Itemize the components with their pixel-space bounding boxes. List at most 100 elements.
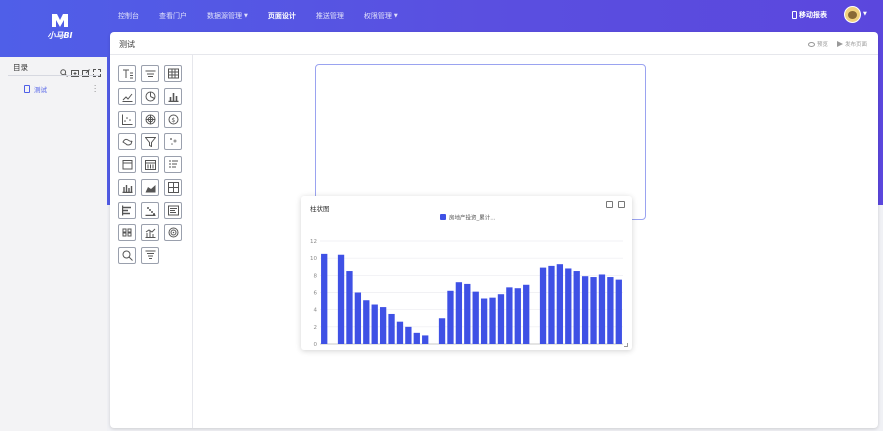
caret-down-icon: ▼ [244, 13, 248, 19]
bar [615, 279, 622, 344]
ranking-list-tool[interactable] [164, 156, 182, 173]
horizontal-bar-tool[interactable] [118, 202, 136, 219]
y-tick-label: 0 [314, 342, 318, 346]
bar [514, 288, 521, 344]
gauge-tool[interactable] [164, 224, 182, 241]
nav-item-page-design[interactable]: 页面设计 [268, 11, 296, 21]
preview-button[interactable]: 预览 [808, 40, 828, 48]
bar [354, 292, 362, 344]
filter-tool[interactable] [141, 247, 159, 264]
line-chart-icon [122, 93, 132, 102]
nav-label: 数据源管理 [207, 12, 242, 20]
bar [346, 271, 353, 344]
grid-layout-icon [167, 182, 179, 193]
gauge-icon [168, 227, 178, 238]
nav-item-push[interactable]: 推送管理 [316, 11, 344, 21]
avatar[interactable] [844, 6, 861, 23]
table-icon [167, 68, 179, 79]
line-chart-tool[interactable] [118, 88, 136, 105]
stacked-bar-tool[interactable] [118, 224, 136, 241]
pie-chart-tool[interactable] [141, 88, 159, 105]
scatter-chart-icon [121, 114, 132, 125]
add-folder-icon[interactable] [71, 62, 79, 77]
caret-down-icon[interactable]: ▼ [863, 11, 867, 17]
calendar-card-tool[interactable] [118, 156, 136, 173]
progress-bar-tool[interactable] [164, 202, 182, 219]
ranking-list-icon [168, 160, 178, 168]
bar [472, 291, 479, 344]
nav-item-console[interactable]: 控制台 [118, 11, 139, 21]
delete-icon[interactable] [618, 201, 625, 208]
bar [581, 276, 589, 344]
more-options-icon[interactable]: · · · [94, 83, 96, 96]
bar [413, 332, 420, 344]
bubble-chart-tool[interactable] [164, 133, 182, 150]
pie-chart-icon [145, 91, 155, 102]
area-chart-tool[interactable] [141, 179, 159, 196]
edit-icon[interactable] [606, 201, 613, 208]
calendar-tool[interactable] [141, 156, 159, 173]
stacked-bar-icon [122, 228, 131, 237]
marquee-tool[interactable] [141, 65, 159, 82]
bar-chart-widget[interactable]: 柱状图 房地产投资_累计...0246810122014122015042015… [301, 196, 632, 350]
sidebar-item-label: 测试 [34, 86, 47, 94]
sidebar-item-test[interactable]: 测试 [24, 84, 47, 94]
dollar-kpi-tool[interactable]: $ [164, 111, 182, 128]
brand-logo[interactable]: 小马BI [40, 12, 80, 48]
bar [565, 268, 572, 344]
search-icon [122, 250, 133, 261]
bar-chart-tool[interactable] [164, 88, 182, 105]
sidebar-divider [8, 75, 100, 76]
avatar-image [848, 11, 857, 19]
table-tool[interactable] [164, 65, 182, 82]
nav-item-datasource[interactable]: 数据源管理 ▼ [207, 11, 248, 21]
sidebar-toolbar [60, 62, 101, 77]
area-chart-icon [145, 185, 155, 193]
send-icon [837, 41, 843, 47]
phone-icon [792, 11, 797, 19]
nav-item-portal[interactable]: 查看门户 [159, 11, 187, 21]
publish-button[interactable]: 发布页面 [837, 40, 867, 48]
combo-chart-icon [145, 228, 155, 238]
funnel-chart-tool[interactable] [141, 133, 159, 150]
bar [590, 277, 597, 344]
nav-label: 推送管理 [315, 12, 344, 20]
combo-chart-tool[interactable] [141, 224, 159, 241]
legend-label: 房地产投资_累计... [449, 214, 496, 222]
map-tool[interactable] [118, 133, 136, 150]
mobile-report-link[interactable]: 移动报表 [792, 10, 827, 20]
bar [405, 326, 412, 344]
search-icon[interactable] [60, 62, 68, 77]
calendar-icon [144, 160, 156, 170]
text-icon [122, 69, 133, 79]
svg-text:$: $ [171, 117, 175, 124]
bar [480, 298, 488, 344]
resize-handle[interactable] [624, 343, 628, 347]
bar [438, 318, 446, 344]
bar [548, 265, 555, 344]
expand-icon[interactable] [93, 62, 101, 77]
bar [598, 274, 606, 344]
panel-header: 测试 预览 发布页面 [110, 32, 878, 55]
bar-line-tool[interactable] [118, 179, 136, 196]
y-tick-label: 10 [310, 256, 317, 262]
radar-chart-tool[interactable] [141, 111, 159, 128]
waterfall-chart-tool[interactable] [141, 202, 159, 219]
bar [489, 297, 496, 344]
export-icon[interactable] [82, 62, 90, 77]
bar [337, 254, 345, 344]
waterfall-chart-icon [145, 207, 155, 216]
legend-swatch [440, 214, 446, 220]
search-tool[interactable] [118, 247, 136, 264]
grid-layout-tool[interactable] [164, 179, 182, 196]
component-toolbox: $ [110, 55, 193, 428]
page-title: 测试 [119, 40, 135, 49]
nav-label: 页面设计 [267, 12, 296, 20]
nav-label: 权限管理 [363, 12, 392, 20]
bar [396, 321, 404, 344]
nav-item-permission[interactable]: 权限管理 ▼ [364, 11, 398, 21]
bar [607, 277, 614, 344]
eye-icon [808, 41, 815, 47]
scatter-chart-tool[interactable] [118, 111, 136, 128]
text-tool[interactable] [118, 65, 136, 82]
